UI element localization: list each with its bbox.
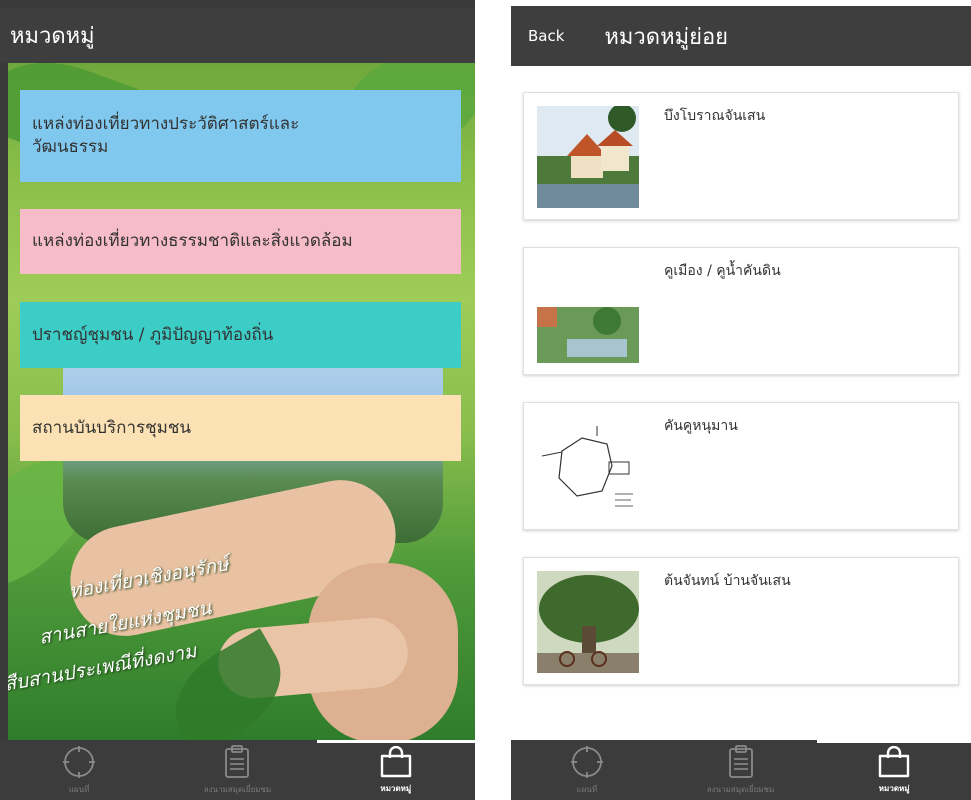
subcategory-screen: Back หมวดหมู่ย่อย บึงโบราณจันเสน คูเมือง… [511, 0, 971, 800]
subcategory-card[interactable]: บึงโบราณจันเสน [523, 92, 959, 220]
nav-item-map[interactable]: แผนที่ [0, 740, 158, 800]
app-bar: หมวดหมู่ [0, 8, 475, 63]
nav-item-guestbook[interactable]: ลงนามสมุดเยี่ยมชม [664, 740, 818, 800]
compass-icon [570, 745, 603, 778]
category-label: สถานบันบริการชุมชน [32, 417, 192, 438]
poster-slogan: สืบสานประเพณีที่งดงาม [8, 640, 199, 696]
tree-photo [537, 571, 639, 673]
page-title: หมวดหมู่ย่อย [604, 24, 729, 50]
category-label: ปราชญ์ชุมชน / ภูมิปัญญาท้องถิ่น [32, 324, 274, 345]
bottom-nav: แผนที่ ลงนามสมุดเยี่ยมชม หมวดหมู่ [0, 740, 475, 800]
nav-label: แผนที่ [68, 784, 90, 794]
bag-icon [878, 745, 910, 777]
subcategory-card[interactable]: คันคูหนุมาน [523, 402, 959, 530]
compass-icon [63, 745, 96, 778]
bottom-nav: แผนที่ ลงนามสมุดเยี่ยมชม หมวดหมู่ [511, 740, 971, 800]
app-bar: Back หมวดหมู่ย่อย [511, 6, 971, 66]
category-label: แหล่งท่องเที่ยวทางประวัติศาสตร์และวัฒนธร… [32, 114, 300, 157]
nav-label: ลงนามสมุดเยี่ยมชม [706, 784, 775, 794]
category-historical-culture[interactable]: แหล่งท่องเที่ยวทางประวัติศาสตร์และวัฒนธร… [20, 90, 461, 182]
nav-item-categories[interactable]: หมวดหมู่ [317, 740, 475, 800]
nav-active-indicator [817, 740, 971, 743]
category-label: แหล่งท่องเที่ยวทางธรรมชาติและสิ่งแวดล้อม [32, 231, 353, 252]
page-title: หมวดหมู่ [10, 24, 95, 49]
map-sketch [537, 416, 639, 518]
subcategory-card[interactable]: ต้นจันทน์ บ้านจันเสน [523, 557, 959, 685]
nav-active-indicator [317, 740, 475, 743]
nav-label: หมวดหมู่ [380, 783, 412, 793]
subcategory-card[interactable]: คูเมือง / คูน้ำคันดิน [523, 247, 959, 375]
moat-photo [537, 261, 639, 363]
subcategory-title: บึงโบราณจันเสน [664, 108, 766, 124]
subcategory-title: คูเมือง / คูน้ำคันดิน [664, 263, 781, 279]
nav-label: หมวดหมู่ [878, 783, 910, 793]
category-local-wisdom[interactable]: ปราชญ์ชุมชน / ภูมิปัญญาท้องถิ่น [20, 302, 461, 368]
category-screen: หมวดหมู่ ท่องเที่ยวเชิงอนุรักษ์ สานสายใย… [0, 0, 475, 800]
category-community-services[interactable]: สถานบันบริการชุมชน [20, 395, 461, 461]
clipboard-icon [225, 744, 250, 778]
nav-item-map[interactable]: แผนที่ [511, 740, 664, 800]
back-button[interactable]: Back [528, 27, 564, 45]
bag-icon [380, 745, 412, 777]
clipboard-icon [728, 744, 753, 778]
nav-label: แผนที่ [576, 784, 598, 794]
category-nature-environment[interactable]: แหล่งท่องเที่ยวทางธรรมชาติและสิ่งแวดล้อม [20, 209, 461, 274]
subcategory-title: ต้นจันทน์ บ้านจันเสน [664, 573, 791, 589]
temple-lake-photo [537, 106, 639, 208]
nav-item-categories[interactable]: หมวดหมู่ [817, 740, 971, 800]
subcategory-title: คันคูหนุมาน [664, 418, 738, 434]
nav-item-guestbook[interactable]: ลงนามสมุดเยี่ยมชม [158, 740, 316, 800]
nav-label: ลงนามสมุดเยี่ยมชม [203, 784, 272, 794]
